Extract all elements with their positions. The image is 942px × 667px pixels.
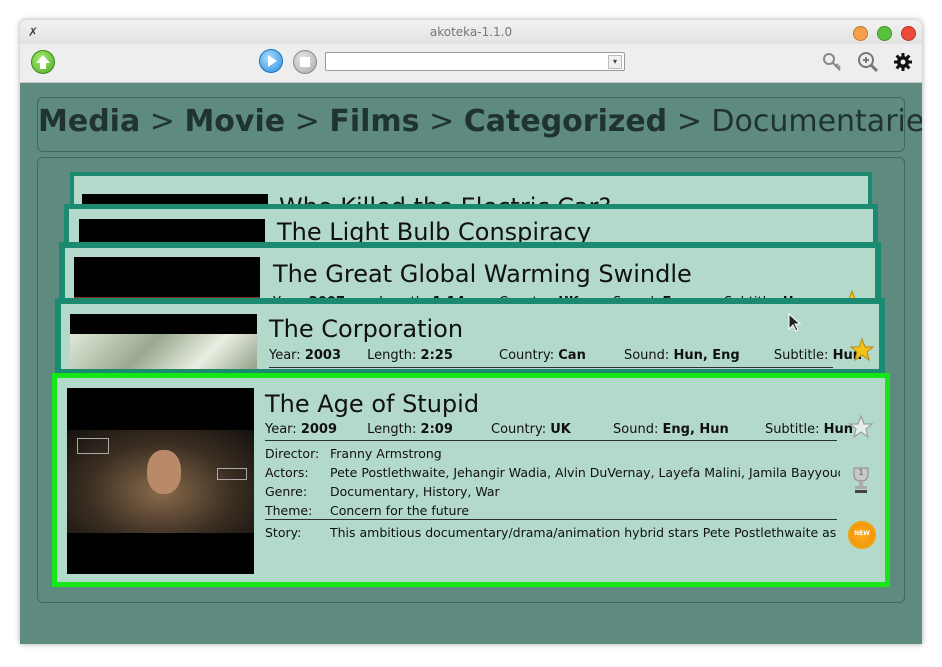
maximize-button[interactable]	[877, 26, 892, 41]
key-icon	[823, 53, 841, 71]
actors-value: Pete Postlethwaite, Jehangir Wadia, Alvi…	[330, 465, 840, 480]
chevron-down-icon[interactable]: ▾	[608, 55, 622, 69]
movie-thumbnail	[70, 314, 257, 369]
story-label: Story:	[265, 525, 302, 540]
divider	[265, 519, 837, 520]
breadcrumb-separator: >	[149, 104, 175, 139]
movie-meta: Year: 2009 Length: 2:09 Country: UK Soun…	[265, 422, 854, 437]
breadcrumb-movie[interactable]: Movie	[184, 104, 285, 139]
breadcrumb-separator: >	[676, 104, 702, 139]
breadcrumb: Media > Movie > Films > Categorized > Do…	[37, 97, 922, 152]
settings-button[interactable]	[891, 50, 915, 74]
arrow-up-icon	[36, 55, 50, 69]
divider	[265, 440, 837, 441]
up-button[interactable]	[31, 50, 55, 74]
star-icon[interactable]	[849, 337, 875, 363]
key-search-button[interactable]	[820, 50, 844, 74]
gear-icon	[894, 53, 912, 71]
new-badge-icon: NEW	[850, 523, 874, 547]
breadcrumb-documentaries: Documentaries	[711, 104, 922, 139]
director-value: Franny Armstrong	[330, 446, 442, 461]
zoom-button[interactable]	[856, 50, 880, 74]
movie-thumbnail	[67, 388, 254, 574]
theme-value: Concern for the future	[330, 503, 470, 518]
stop-button[interactable]	[293, 50, 317, 74]
stop-icon	[300, 57, 310, 67]
zoom-in-icon	[858, 52, 879, 73]
genre-value: Documentary, History, War	[330, 484, 500, 499]
breadcrumb-media[interactable]: Media	[38, 104, 140, 139]
movie-card-selected[interactable]: The Age of Stupid Year: 2009 Length: 2:0…	[52, 373, 890, 587]
title-bar: ✗ akoteka-1.1.0	[20, 20, 922, 44]
theme-label: Theme:	[265, 503, 313, 518]
genre-label: Genre:	[265, 484, 308, 499]
breadcrumb-separator: >	[294, 104, 320, 139]
movie-card[interactable]: The Corporation Year: 2003 Length: 2:25 …	[55, 298, 885, 375]
close-button[interactable]	[901, 26, 916, 41]
movie-title: The Age of Stupid	[265, 390, 480, 418]
movie-card[interactable]: The Great Global Warming Swindle Year: 2…	[59, 242, 881, 304]
movie-meta: Year: 2003 Length: 2:25 Country: Can Sou…	[269, 348, 862, 363]
breadcrumb-separator: >	[429, 104, 455, 139]
minimize-button[interactable]	[853, 26, 868, 41]
trophy-icon: 1	[850, 466, 872, 494]
window-title: akoteka-1.1.0	[429, 25, 513, 39]
actors-label: Actors:	[265, 465, 309, 480]
star-outline-icon[interactable]	[848, 414, 874, 440]
play-button[interactable]	[259, 49, 283, 73]
play-icon	[268, 55, 277, 67]
story-value: This ambitious documentary/drama/animati…	[330, 525, 840, 540]
mouse-cursor-icon	[788, 313, 802, 332]
director-label: Director:	[265, 446, 320, 461]
path-combo[interactable]: ▾	[325, 52, 625, 71]
app-window: ✗ akoteka-1.1.0 ▾ Media > Movie > Films …	[20, 20, 922, 644]
divider	[269, 367, 833, 368]
movie-title: The Corporation	[269, 315, 464, 343]
breadcrumb-path: Media > Movie > Films > Categorized > Do…	[38, 104, 922, 139]
movie-thumbnail	[74, 257, 260, 298]
movie-title: The Great Global Warming Swindle	[273, 260, 692, 288]
breadcrumb-categorized[interactable]: Categorized	[464, 104, 667, 139]
breadcrumb-films[interactable]: Films	[329, 104, 419, 139]
